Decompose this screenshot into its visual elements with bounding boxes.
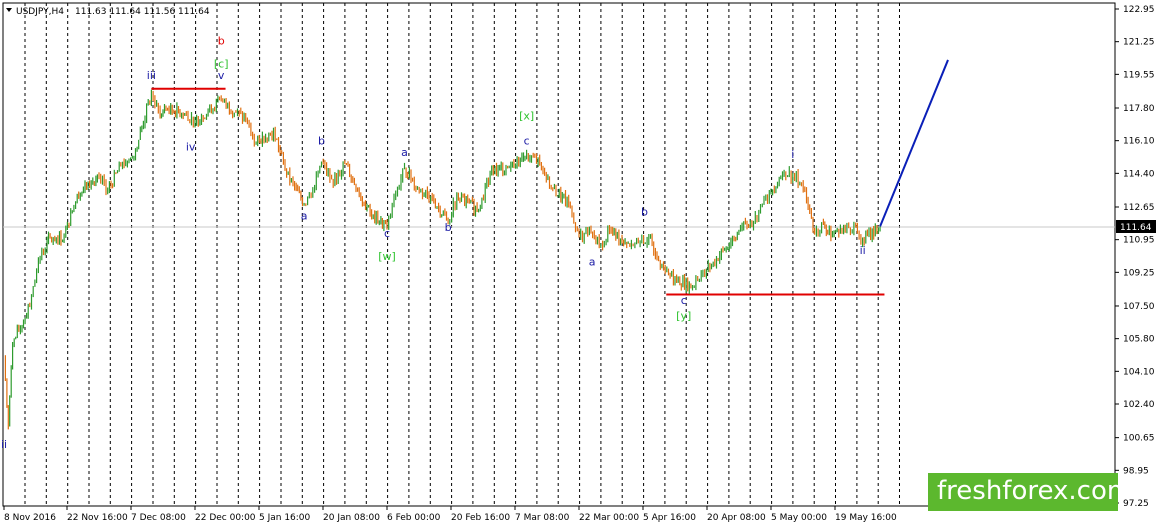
x-tick-label: 20 Feb 16:00 (451, 513, 510, 523)
x-tick-label: 19 May 16:00 (835, 513, 897, 523)
wave-label: c (524, 135, 530, 148)
x-tick-label: 5 Jan 16:00 (259, 513, 311, 523)
wave-label: iv (186, 140, 196, 153)
wave-label: a (589, 256, 596, 269)
y-tick-label: 114.40 (1123, 169, 1155, 179)
x-tick-label: 7 Dec 08:00 (131, 513, 186, 523)
wave-label: c (384, 227, 390, 240)
y-tick-label: 121.25 (1123, 38, 1155, 48)
wave-label: [y] (676, 309, 691, 322)
wave-label: a (301, 209, 308, 222)
wave-label: a (401, 146, 408, 159)
wave-label: [x] (519, 110, 534, 123)
wave-label: v (218, 69, 225, 82)
current-price-tag: 111.64 (1116, 220, 1156, 233)
wave-label: b (318, 135, 325, 148)
y-tick-label: 122.95 (1123, 5, 1155, 15)
wave-label: i (791, 148, 794, 161)
wave-label: b (445, 221, 452, 234)
y-tick-label: 102.40 (1123, 400, 1155, 410)
y-tick-label: 110.95 (1123, 236, 1155, 246)
chart-background (0, 0, 1157, 527)
symbol-label: USDJPY,H4 (16, 7, 64, 17)
x-tick-label: 20 Jan 08:00 (323, 513, 380, 523)
y-tick-label: 104.10 (1123, 367, 1155, 377)
x-tick-label: 6 Feb 00:00 (387, 513, 441, 523)
x-tick-label: 7 Mar 08:00 (515, 513, 570, 523)
y-tick-label: 117.80 (1123, 104, 1155, 114)
x-tick-label: 22 Nov 16:00 (67, 513, 128, 523)
x-tick-label: 5 Apr 16:00 (643, 513, 696, 523)
x-tick-label: 8 Nov 2016 (4, 513, 56, 523)
x-tick-label: 20 Apr 08:00 (707, 513, 766, 523)
current-price-value: 111.64 (1120, 223, 1152, 233)
wave-label: b (218, 35, 225, 48)
wave-label: [w] (378, 250, 396, 263)
y-tick-label: 112.65 (1123, 203, 1155, 213)
x-tick-label: 5 May 00:00 (771, 513, 827, 523)
wave-label: iii (147, 69, 156, 82)
y-tick-label: 105.80 (1123, 335, 1155, 345)
symbol-header: USDJPY,H4 111.63 111.64 111.56 111.64 (6, 7, 210, 17)
wave-label: [c] (214, 58, 229, 71)
y-tick-label: 98.95 (1123, 466, 1149, 476)
wave-label: b (641, 206, 648, 219)
watermark: freshforex.com (928, 473, 1132, 511)
wave-label: ii (1, 438, 7, 451)
price-chart: iiiiiivv[c]babc[w]abc[x]abc[y]iii 122.95… (0, 0, 1157, 527)
y-tick-label: 107.50 (1123, 302, 1155, 312)
wave-label: c (681, 294, 687, 307)
y-tick-label: 100.65 (1123, 434, 1155, 444)
y-tick-label: 119.55 (1123, 70, 1155, 80)
ohlc-values: 111.63 111.64 111.56 111.64 (75, 7, 210, 17)
wave-label: ii (860, 244, 866, 257)
y-tick-label: 116.10 (1123, 137, 1155, 147)
y-tick-label: 109.25 (1123, 268, 1155, 278)
watermark-text: freshforex.com (937, 476, 1132, 506)
x-tick-label: 22 Mar 00:00 (579, 513, 639, 523)
x-tick-label: 22 Dec 00:00 (195, 513, 256, 523)
